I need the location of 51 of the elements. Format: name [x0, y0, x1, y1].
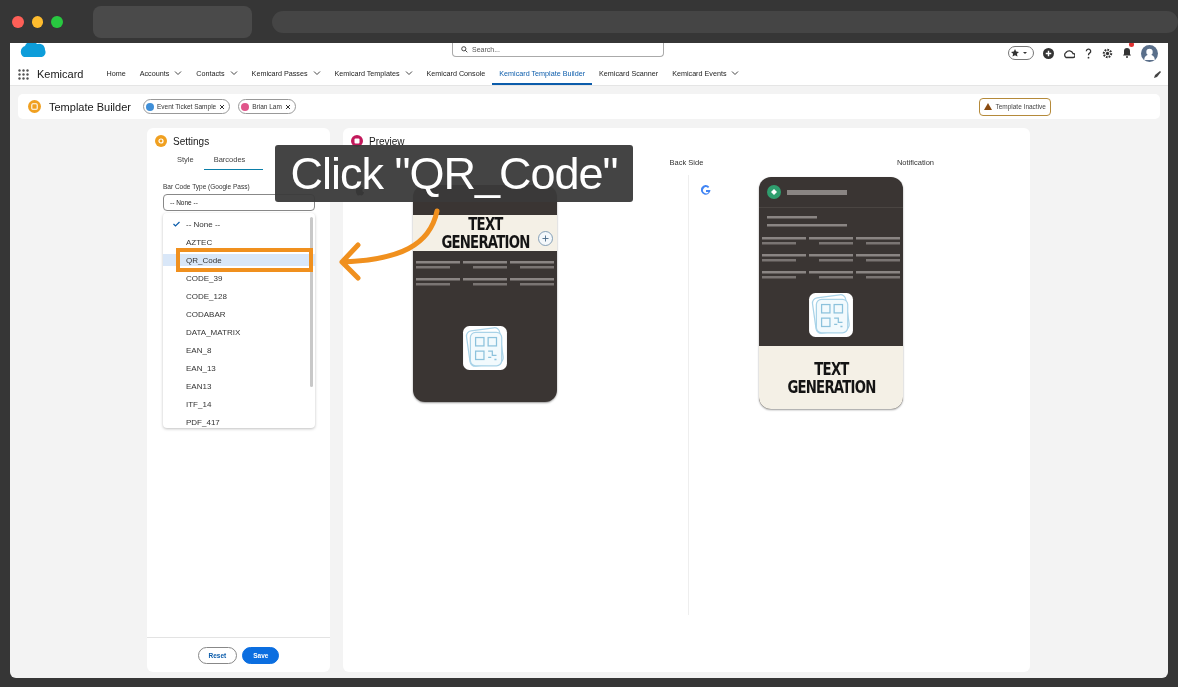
warning-icon [984, 103, 993, 110]
dropdown-option[interactable]: EAN_8 [163, 344, 315, 356]
dropdown-option[interactable]: QR_Code [163, 254, 315, 266]
card-title: Settings [173, 135, 210, 147]
avatar[interactable] [1141, 44, 1158, 62]
page-title: Template Builder [49, 100, 131, 113]
window-zoom-button[interactable] [51, 15, 63, 28]
app-launcher-icon[interactable] [18, 68, 29, 80]
pencil-icon[interactable] [1153, 69, 1162, 79]
chevron-down-icon[interactable] [174, 70, 183, 76]
close-icon[interactable] [219, 103, 226, 110]
settings-icon[interactable] [1102, 47, 1113, 59]
plus-icon[interactable] [1043, 47, 1054, 59]
chevron-down-icon[interactable] [312, 70, 321, 76]
scrollbar[interactable] [310, 217, 313, 387]
cloud-logo-icon[interactable] [18, 43, 48, 59]
settings-icon [155, 135, 167, 147]
qr-code-icon [462, 325, 508, 371]
dropdown-option[interactable]: AZTEC [163, 236, 315, 248]
dropdown-option[interactable]: CODABAR [163, 308, 315, 320]
text-placeholder-drawing [787, 189, 847, 195]
card-title: Preview [369, 135, 405, 147]
chevron-down-icon[interactable] [404, 70, 413, 76]
instruction-tooltip: Click "QR_Code" [275, 145, 633, 202]
dropdown-option[interactable]: ITF_14 [163, 398, 315, 410]
chevron-down-icon[interactable] [229, 70, 238, 76]
dropdown-option[interactable]: PDF_417 [163, 416, 315, 428]
close-icon[interactable] [284, 103, 291, 110]
qr-code-icon [808, 292, 854, 338]
dropdown-option[interactable]: CODE_39 [163, 272, 315, 284]
search-icon [461, 46, 468, 53]
dropdown-option[interactable]: DATA_MATRIX [163, 326, 315, 338]
pass-title: TEXT GENERATION [440, 215, 530, 251]
app-name: Kemicard [37, 68, 84, 80]
pass-title: TEXT GENERATION [786, 359, 876, 396]
google-icon [701, 185, 711, 195]
dropdown-option[interactable]: -- None -- [163, 218, 315, 230]
dropdown-option[interactable]: EAN13 [163, 380, 315, 392]
help-icon[interactable] [1084, 47, 1093, 59]
caret-icon [1021, 49, 1029, 57]
dropdown-option[interactable]: EAN_13 [163, 362, 315, 374]
window-minimize-button[interactable] [31, 15, 44, 28]
chevron-down-icon[interactable] [731, 70, 740, 76]
star-icon [1009, 48, 1021, 58]
dropdown-option[interactable]: CODE_128 [163, 290, 315, 302]
logo-icon [767, 185, 781, 199]
bell-icon[interactable] [1122, 47, 1132, 58]
window-close-button[interactable] [12, 15, 24, 28]
cloud-icon[interactable] [1063, 47, 1075, 59]
template-icon [28, 100, 41, 113]
checkmark-icon [173, 220, 180, 227]
